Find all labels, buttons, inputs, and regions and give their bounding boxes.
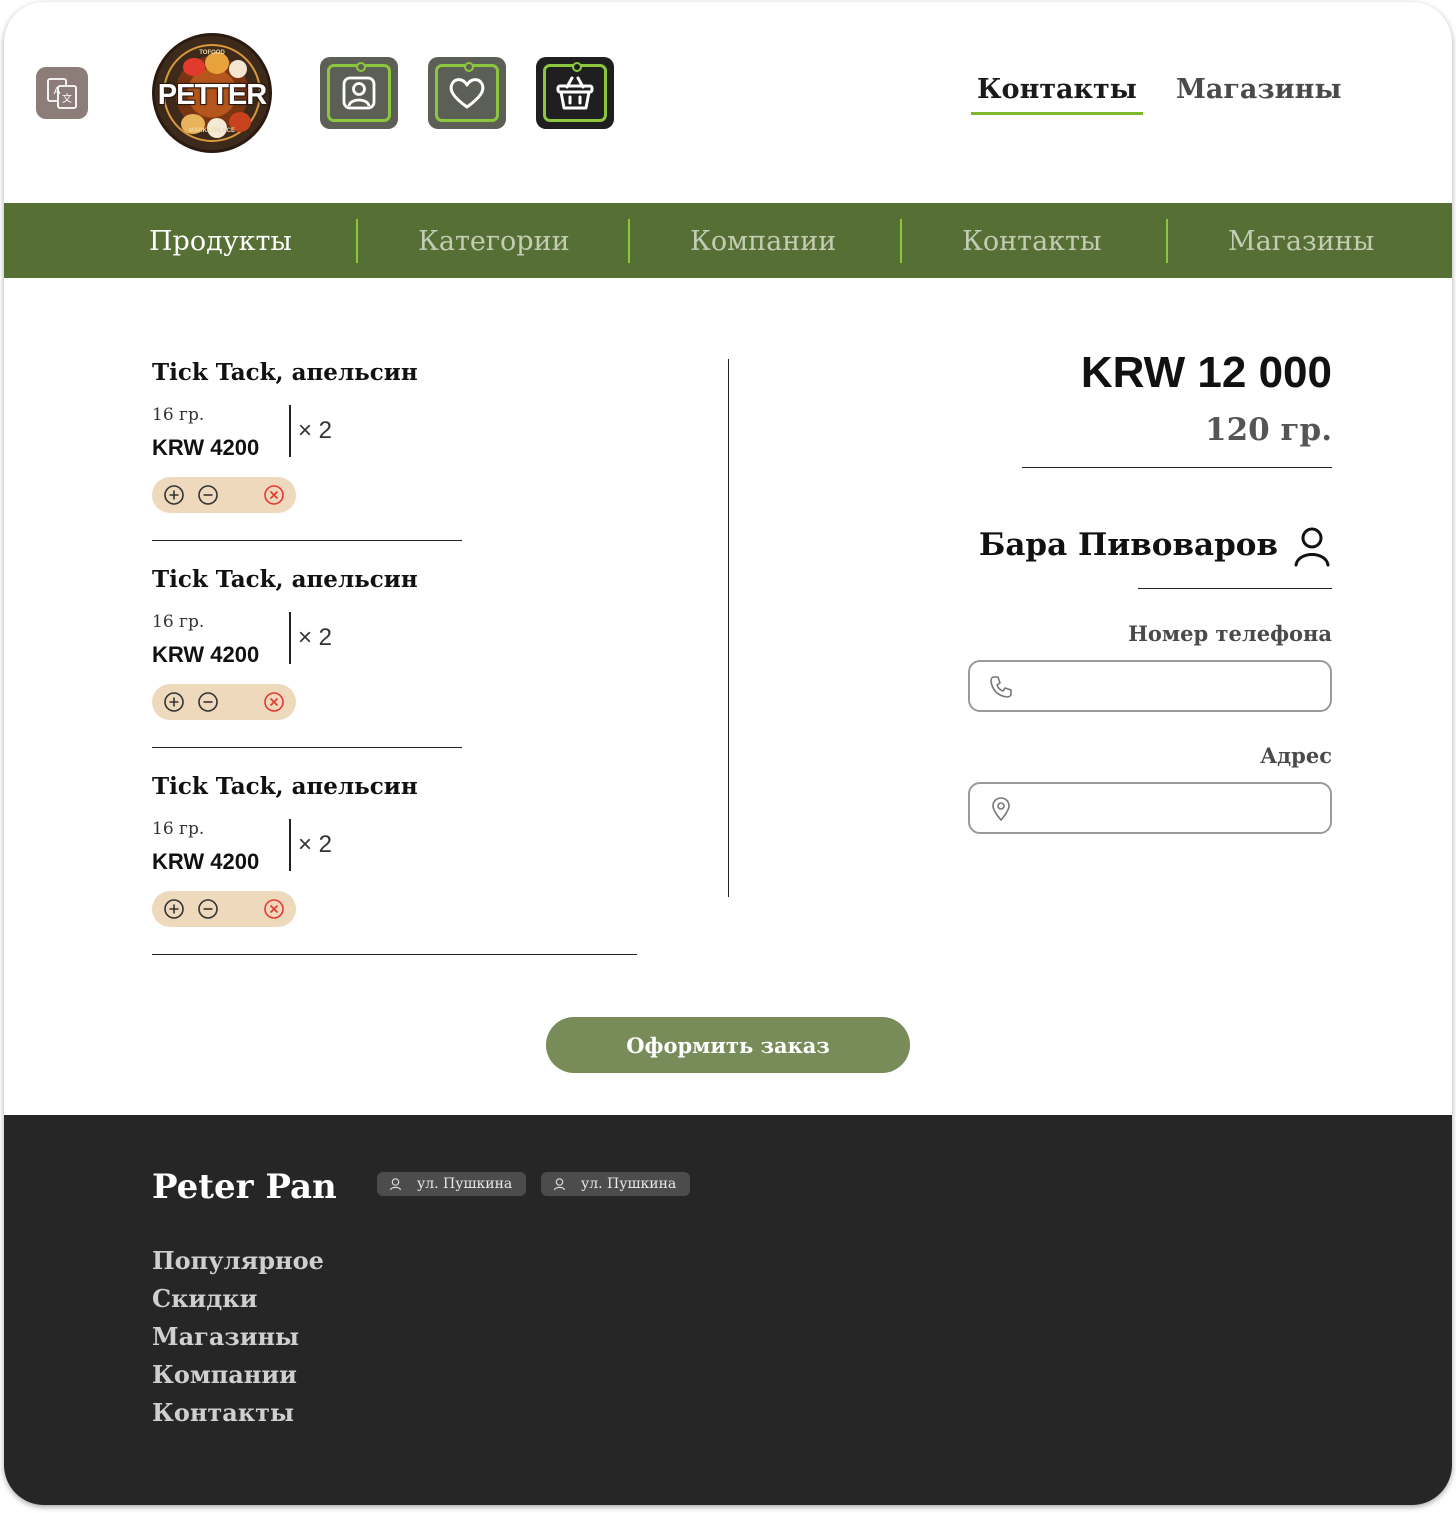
customer-name: Бара Пивоваров <box>978 527 1278 563</box>
svg-text:A: A <box>54 86 61 97</box>
item-quantity: × 2 <box>298 417 333 444</box>
nav-item-contacts[interactable]: Контакты <box>962 203 1101 278</box>
nav-separator <box>900 219 902 263</box>
qty-divider <box>289 819 291 871</box>
location-pin-icon <box>389 1178 402 1191</box>
cart-item: Tick Tack, апельсин 16 гр. KRW 4200 × 2 <box>152 359 472 513</box>
phone-input[interactable] <box>1024 670 1320 702</box>
footer-links: Популярное Скидки Магазины Компании Конт… <box>152 1242 324 1432</box>
plus-circle-icon[interactable] <box>163 484 185 506</box>
column-divider <box>728 359 729 897</box>
footer-link-popular[interactable]: Популярное <box>152 1242 324 1280</box>
item-price: KRW 4200 <box>152 435 260 460</box>
address-text: ул. Пушкина <box>417 1176 513 1192</box>
nav-item-categories[interactable]: Категории <box>418 203 570 278</box>
footer-link-shops[interactable]: Магазины <box>152 1318 324 1356</box>
nav-separator <box>1166 219 1168 263</box>
cart-item: Tick Tack, апельсин 16 гр. KRW 4200 × 2 <box>152 773 472 927</box>
minus-circle-icon[interactable] <box>197 691 219 713</box>
profile-button[interactable] <box>320 57 398 129</box>
header-link-shops[interactable]: Магазины <box>1176 74 1342 105</box>
nav-item-companies[interactable]: Компании <box>690 203 836 278</box>
item-price: KRW 4200 <box>152 849 260 874</box>
address-field[interactable] <box>968 782 1332 834</box>
checkout-button[interactable]: Оформить заказ <box>546 1017 910 1073</box>
plus-circle-icon[interactable] <box>163 898 185 920</box>
minus-circle-icon[interactable] <box>197 484 219 506</box>
logo[interactable]: TOFOOD PETTER MARKETPLACE <box>152 33 272 153</box>
total-price: KRW 12 000 <box>1080 348 1332 397</box>
main-nav: Продукты Категории Компании Контакты Маг… <box>4 203 1452 278</box>
footer-link-contacts[interactable]: Контакты <box>152 1394 324 1432</box>
phone-icon <box>990 676 1012 698</box>
summary-divider <box>1022 467 1332 468</box>
cart-button[interactable] <box>536 57 614 129</box>
plus-circle-icon[interactable] <box>163 691 185 713</box>
item-weight: 16 гр. <box>152 612 205 632</box>
page-frame: A 文 TOFOOD PETTER MARKETPLACE Контакты М… <box>4 2 1452 1505</box>
nav-separator <box>356 219 358 263</box>
item-controls <box>152 891 296 927</box>
item-price: KRW 4200 <box>152 642 260 667</box>
svg-text:文: 文 <box>62 92 72 105</box>
address-badge[interactable]: ул. Пушкина <box>541 1172 691 1196</box>
profile-icon <box>342 76 376 110</box>
item-controls <box>152 477 296 513</box>
item-weight: 16 гр. <box>152 819 205 839</box>
qty-divider <box>289 405 291 457</box>
address-label: Адрес <box>1260 743 1332 768</box>
logo-bottom-text: MARKETPLACE <box>189 128 235 134</box>
footer-link-companies[interactable]: Компании <box>152 1356 324 1394</box>
cart-item: Tick Tack, апельсин 16 гр. KRW 4200 × 2 <box>152 566 472 720</box>
item-quantity: × 2 <box>298 831 333 858</box>
location-pin-icon <box>553 1178 566 1191</box>
translate-button[interactable]: A 文 <box>36 67 88 119</box>
qty-divider <box>289 612 291 664</box>
item-name: Tick Tack, апельсин <box>152 773 418 800</box>
address-text: ул. Пушкина <box>581 1176 677 1192</box>
footer: Peter Pan ул. Пушкина ул. Пушкина Популя… <box>4 1115 1452 1505</box>
item-name: Tick Tack, апельсин <box>152 359 418 386</box>
heart-icon <box>449 78 485 109</box>
favorites-button[interactable] <box>428 57 506 129</box>
phone-label: Номер телефона <box>1128 621 1332 646</box>
minus-circle-icon[interactable] <box>197 898 219 920</box>
remove-circle-icon[interactable] <box>263 691 285 713</box>
footer-link-discounts[interactable]: Скидки <box>152 1280 324 1318</box>
phone-field[interactable] <box>968 660 1332 712</box>
nav-item-shops[interactable]: Магазины <box>1228 203 1374 278</box>
customer-divider <box>1138 588 1332 589</box>
footer-brand: Peter Pan <box>152 1167 337 1207</box>
logo-top-text: TOFOOD <box>199 50 225 56</box>
total-weight: 120 гр. <box>1205 412 1332 448</box>
header-link-contacts[interactable]: Контакты <box>971 74 1143 115</box>
item-quantity: × 2 <box>298 624 333 651</box>
item-controls <box>152 684 296 720</box>
remove-circle-icon[interactable] <box>263 484 285 506</box>
basket-icon <box>556 76 594 110</box>
address-badge[interactable]: ул. Пушкина <box>377 1172 527 1196</box>
logo-text: PETTER <box>157 79 267 111</box>
translate-icon: A 文 <box>47 78 77 109</box>
nav-item-products[interactable]: Продукты <box>149 203 292 278</box>
user-icon <box>1294 527 1330 567</box>
item-weight: 16 гр. <box>152 405 205 425</box>
item-divider <box>152 747 462 748</box>
item-divider <box>152 540 462 541</box>
item-divider <box>152 954 637 955</box>
remove-circle-icon[interactable] <box>263 898 285 920</box>
address-input[interactable] <box>1024 792 1320 824</box>
nav-separator <box>628 219 630 263</box>
item-name: Tick Tack, апельсин <box>152 566 418 593</box>
location-pin-icon <box>992 797 1010 822</box>
